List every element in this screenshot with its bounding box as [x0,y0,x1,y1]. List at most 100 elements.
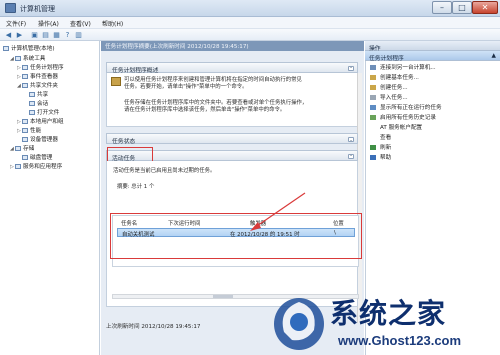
expand-chevron-icon[interactable]: ⌄ [348,137,354,142]
collapse-chevron-icon[interactable]: ⌃ [348,66,354,71]
overview-line: 请在任务计划程序库中选择该任务，然后单击"操作"菜单中的命令。 [124,107,286,113]
action-item[interactable]: AT 服务帐户配置 [370,123,422,132]
properties-icon[interactable]: ▦ [52,31,61,39]
console-tree-icon[interactable]: ▤ [41,31,50,39]
action-item[interactable]: 导入任务... [370,93,408,102]
action-item-label: 刷新 [380,145,392,151]
tree-item-label: 任务计划程序 [30,65,64,71]
tree-item-label: 共享文件夹 [30,83,58,89]
folder-icon [22,137,28,142]
menu-help[interactable]: 帮助(H) [102,19,123,28]
tree-item[interactable]: ▷ 服务和应用程序 [10,162,62,170]
forward-icon[interactable]: ▶ [15,31,24,39]
tree-item-label: 设备管理器 [30,137,58,143]
folder-icon [15,56,21,61]
tree-item[interactable]: ◢ 存储 [10,144,34,152]
annotation-box-active-tasks [107,147,153,162]
action-item-label: 连接到另一台计算机... [380,65,436,71]
folder-icon [29,110,35,115]
overview-panel-body: 可以使用任务计划程序来创建和管理计算机将在指定的时间自动执行的常见 任务。若要开… [106,73,358,127]
action-item-label: 查看 [380,135,392,141]
tree-item-label: 打开文件 [37,110,60,116]
task-icon [370,85,376,90]
back-icon[interactable]: ◀ [4,31,13,39]
blank-icon [370,135,376,140]
watermark-logo-text: 系统之家 [330,297,447,330]
folder-icon [29,101,35,106]
computer-icon [370,65,376,70]
folder-up-icon[interactable]: ▣ [30,31,39,39]
tree-item[interactable]: ◢ 系统工具 [10,54,45,62]
active-tasks-panel-body: 活动任务是当前已启用且尚未过期的任务。 摘要: 总计 1 个 任务名 下次运行时… [106,161,362,307]
help-icon [370,155,376,160]
action-item-label: 导入任务... [380,95,408,101]
computer-icon [3,46,9,51]
tree-item-label: 本地用户和组 [30,119,64,125]
folder-icon [15,164,21,169]
help-icon[interactable]: ? [63,31,72,39]
folder-icon [22,119,28,124]
action-item[interactable]: 刷新 [370,143,391,152]
tree-item[interactable]: ▷ 任务计划程序 [17,63,64,71]
running-tasks-icon [370,105,376,110]
import-icon [370,95,376,100]
tree-item-label: 磁盘管理 [30,155,53,161]
tree-item[interactable]: ◢ 共享文件夹 [17,81,58,89]
export-list-icon[interactable]: ▥ [74,31,83,39]
tree-item[interactable]: 打开文件 [24,108,59,116]
maximize-button[interactable]: □ [452,1,472,14]
window-title: 计算机管理 [20,5,55,13]
overview-line: 任务。若要开始，请单击"操作"菜单中的一个命令。 [124,84,248,90]
collapse-chevron-icon[interactable]: ⌃ [348,154,354,159]
tree-item[interactable]: ▷ 本地用户和组 [17,117,64,125]
tree-item[interactable]: 会话 [24,99,48,107]
menu-file[interactable]: 文件(F) [6,19,26,28]
tree-item[interactable]: 共享 [24,90,48,98]
actions-group-task-scheduler[interactable]: 任务计划程序 ▲ [365,51,500,62]
watermark-url: www.Ghost123.com [338,333,462,348]
menu-view[interactable]: 查看(V) [70,19,91,28]
tree-item-label: 系统工具 [23,56,46,62]
action-item[interactable]: 创建任务... [370,83,408,92]
ghost-logo-icon [274,298,324,350]
new-task-icon [370,75,376,80]
breadcrumb: 任务计划程序摘要(上次刷新时间 2012/10/28 19:45:17) [101,41,364,51]
tree-root[interactable]: 计算机管理(本地) [3,44,55,52]
menu-action[interactable]: 操作(A) [38,19,59,28]
action-item[interactable]: 显示所有正在运行的任务 [370,103,442,112]
logo-core [290,313,308,331]
action-item-label: 创建任务... [380,85,408,91]
tree-item-label: 共享 [37,92,49,98]
folder-icon [22,65,28,70]
task-status-panel-header[interactable]: 任务状态 ⌄ [106,133,358,145]
annotation-box-task-table [110,213,362,259]
tree-item-label: 存储 [23,146,35,152]
history-icon [370,115,376,120]
action-item[interactable]: 查看 [370,133,391,142]
tree-item-label: 会话 [37,101,49,107]
action-item-label: 创建基本任务... [380,75,419,81]
refresh-icon [370,145,376,150]
folder-icon [22,74,28,79]
tree-item-label: 性能 [30,128,42,134]
action-item[interactable]: 帮助 [370,153,391,162]
annotation-arrow [250,192,306,231]
action-item[interactable]: 启用所有任务历史记录 [370,113,436,122]
overview-panel-header[interactable]: 任务计划程序概述 ⌃ [106,62,358,74]
close-button[interactable]: ✕ [472,1,498,14]
folder-icon [22,128,28,133]
action-item[interactable]: 创建基本任务... [370,73,419,82]
action-item[interactable]: 连接到另一台计算机... [370,63,436,72]
task-scheduler-icon [111,77,121,86]
actions-header: 操作 [365,41,500,52]
tree-item-label: 事件查看器 [30,74,58,80]
scroll-thumb[interactable] [213,295,233,298]
tree-item[interactable]: 设备管理器 [17,135,58,143]
folder-icon [29,92,35,97]
minimize-button[interactable]: – [432,1,452,14]
tree-item[interactable]: ▷ 事件查看器 [17,72,58,80]
tree-item[interactable]: 磁盘管理 [17,153,52,161]
blank-icon [370,125,376,130]
action-item-label: 显示所有正在运行的任务 [380,105,442,111]
tree-item[interactable]: ▷ 性能 [17,126,41,134]
